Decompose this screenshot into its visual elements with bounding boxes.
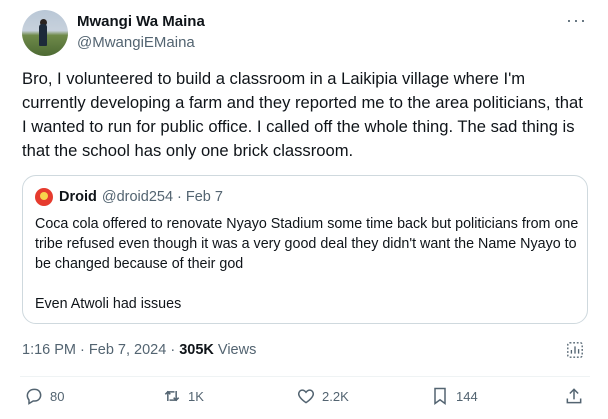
quoted-tweet-body: Coca cola offered to renovate Nyayo Stad… [35,214,580,314]
quoted-author-name[interactable]: Droid [59,189,97,205]
quoted-author-avatar[interactable] [35,188,53,206]
quoted-date[interactable]: Feb 7 [186,189,223,205]
quoted-separator: · [177,189,182,205]
tweet-meta: 1:16 PM · Feb 7, 2024 · 305K Views [22,342,256,358]
reply-button[interactable]: 80 [24,386,64,406]
tweet-date[interactable]: Feb 7, 2024 [89,342,166,358]
heart-icon [297,389,315,404]
action-bar: 80 1K 2.2K 144 [0,386,608,414]
tweet-text: Bro, I volunteered to build a classroom … [22,69,583,160]
like-count: 2.2K [322,388,349,404]
author-avatar[interactable] [22,10,68,56]
repost-button[interactable]: 1K [162,386,204,406]
author-name[interactable]: Mwangi Wa Maina [77,13,205,30]
quoted-paragraph: Even Atwoli had issues [35,296,182,312]
tweet-time[interactable]: 1:16 PM [22,342,76,358]
reply-icon [26,388,42,405]
like-button[interactable]: 2.2K [296,386,349,406]
quoted-tweet-header: Droid @droid254 · Feb 7 [35,188,223,206]
share-button[interactable] [564,386,590,406]
bookmark-icon [434,387,446,405]
quoted-tweet[interactable]: Droid @droid254 · Feb 7 Coca cola offere… [22,175,588,324]
meta-separator: · [80,342,85,358]
author-handle[interactable]: @MwangiEMaina [77,34,195,51]
reply-count: 80 [50,388,65,404]
meta-separator: · [170,342,176,358]
quoted-paragraph: Coca cola offered to renovate Nyayo Stad… [35,216,579,272]
repost-count: 1K [188,388,204,404]
analytics-icon[interactable] [566,341,584,359]
more-options-icon[interactable]: ··· [566,10,587,31]
repost-icon [164,390,180,402]
share-icon [566,388,582,404]
views-label: Views [217,342,257,358]
avatar-figure-body [39,24,47,46]
views-count: 305K [179,342,214,358]
bookmark-button[interactable]: 144 [430,386,478,406]
divider [20,376,590,377]
bookmark-count: 144 [456,388,478,404]
quoted-author-handle[interactable]: @droid254 [102,189,173,205]
